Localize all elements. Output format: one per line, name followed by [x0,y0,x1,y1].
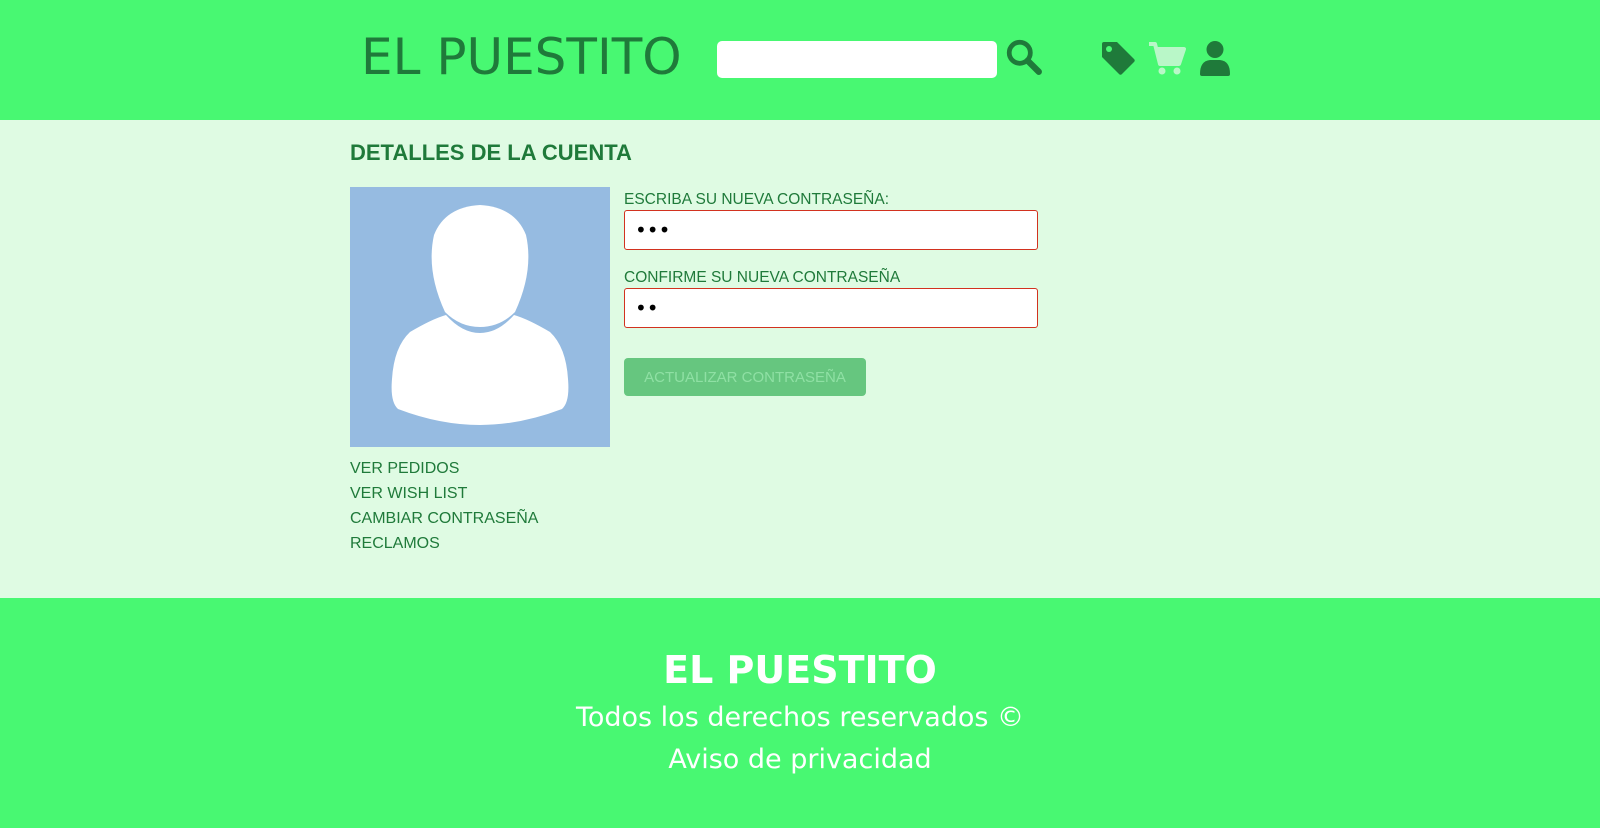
search-input[interactable] [717,41,997,78]
confirm-password-label: CONFIRME SU NUEVA CONTRASEÑA [624,269,901,286]
nav-cambiar-contrasena[interactable]: CAMBIAR CONTRASEÑA [350,506,538,531]
site-logo[interactable]: EL PUESTITO [361,28,682,86]
user-icon[interactable] [1198,40,1232,76]
new-password-label: ESCRIBA SU NUEVA CONTRASEÑA: [624,191,889,208]
site-footer: EL PUESTITO Todos los derechos reservado… [0,598,1600,828]
nav-ver-pedidos[interactable]: VER PEDIDOS [350,456,538,481]
search-button[interactable] [1005,38,1043,76]
confirm-password-field[interactable] [624,288,1038,328]
avatar [350,187,610,447]
footer-rights: Todos los derechos reservados © [575,702,1025,733]
account-section: DETALLES DE LA CUENTA VER PEDIDOS VER WI… [0,120,1600,598]
site-header: EL PUESTITO [0,0,1600,120]
cart-icon[interactable] [1148,40,1186,76]
new-password-field[interactable] [624,210,1038,250]
tag-icon[interactable] [1100,40,1136,76]
footer-logo: EL PUESTITO [663,648,937,692]
nav-reclamos[interactable]: RECLAMOS [350,531,538,556]
page-title: DETALLES DE LA CUENTA [350,140,632,165]
search-icon [1006,39,1042,75]
nav-ver-wish-list[interactable]: VER WISH LIST [350,481,538,506]
account-nav: VER PEDIDOS VER WISH LIST CAMBIAR CONTRA… [350,456,538,556]
privacy-link[interactable]: Aviso de privacidad [0,744,1600,775]
update-password-button[interactable]: ACTUALIZAR CONTRASEÑA [624,358,866,396]
user-silhouette-icon [391,205,569,425]
